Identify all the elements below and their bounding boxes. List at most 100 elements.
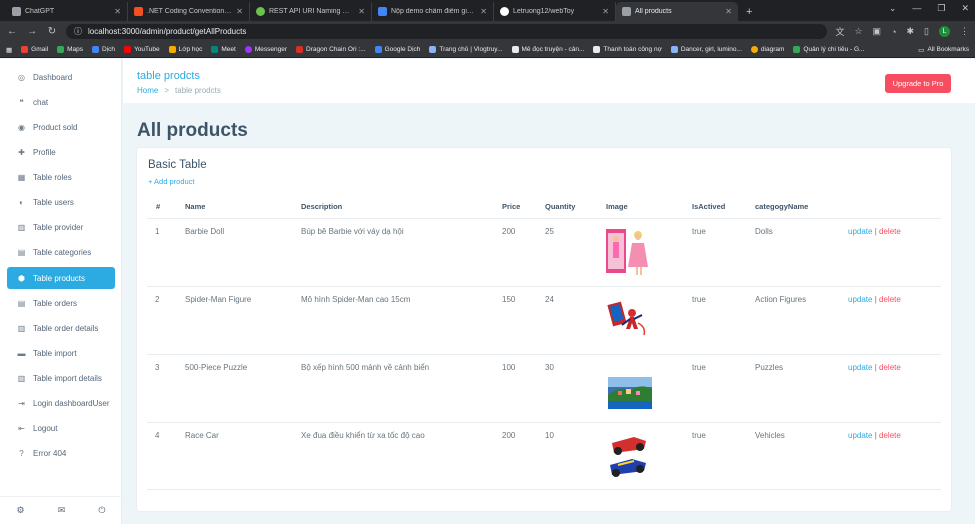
apps-icon[interactable]: ▦ bbox=[6, 46, 12, 54]
bookmark-favicon bbox=[296, 46, 303, 53]
delete-link[interactable]: delete bbox=[879, 363, 901, 372]
url-text: localhost:3000/admin/product/getAllProdu… bbox=[88, 27, 247, 36]
provider-icon: ▥ bbox=[17, 222, 26, 232]
sidebar-item-label: Table provider bbox=[33, 222, 84, 232]
delete-link[interactable]: delete bbox=[879, 295, 901, 304]
extension-icon[interactable]: ▣ bbox=[873, 26, 882, 37]
login-icon: ⇥ bbox=[18, 398, 25, 408]
delete-link[interactable]: delete bbox=[879, 431, 901, 440]
sidebar-item-table-categories[interactable]: ▤ Table categories bbox=[7, 241, 115, 263]
sidebar-item-dashboard[interactable]: ◎ Dashboard bbox=[7, 66, 115, 88]
sidebar-item-logout[interactable]: ⇤ Logout bbox=[7, 417, 115, 439]
tab-title: Letruong12/webToy bbox=[513, 8, 575, 15]
bookmark-item[interactable]: Dịch bbox=[92, 46, 115, 53]
extension-icon[interactable]: ◔ bbox=[891, 27, 896, 37]
browser-tab[interactable]: Letruong12/webToy ✕ bbox=[494, 2, 616, 21]
settings-icon[interactable]: ⚙ bbox=[17, 505, 25, 516]
sidebar-item-label: Table order details bbox=[33, 323, 99, 333]
sidebar-item-profile[interactable]: ✚ Profile bbox=[7, 141, 115, 163]
upgrade-to-pro-button[interactable]: Upgrade to Pro bbox=[885, 74, 951, 93]
sidebar-item-chat[interactable]: ❝ chat bbox=[7, 91, 115, 113]
sidebar-item-table-roles[interactable]: ▦ Table roles bbox=[7, 166, 115, 188]
table-row: 1 Barbie Doll Búp bê Barbie với váy dạ h… bbox=[147, 218, 941, 286]
tab-title: ChatGPT bbox=[25, 8, 55, 15]
browser-tab[interactable]: ChatGPT ✕ bbox=[6, 2, 128, 21]
bookmark-item[interactable]: Dancer, girl, lumino... bbox=[670, 46, 742, 53]
mail-icon[interactable]: ✉ bbox=[58, 505, 66, 516]
browser-tab[interactable]: Nộp demo chấm điểm giữa kỳ ✕ bbox=[372, 2, 494, 21]
extensions-icon[interactable]: ✱ bbox=[907, 26, 915, 37]
minimize-icon[interactable]: — bbox=[912, 3, 921, 14]
bookmark-item[interactable]: Trang chủ | Vlogtruy... bbox=[429, 46, 503, 53]
all-bookmarks-button[interactable]: ▭ All Bookmarks bbox=[918, 46, 969, 54]
update-link[interactable]: update bbox=[848, 363, 872, 372]
products-icon: ⬢ bbox=[18, 273, 25, 283]
browser-tab[interactable]: .NET Coding Conventions - C#✕ bbox=[128, 2, 250, 21]
power-icon[interactable]: ⏻ bbox=[98, 505, 105, 516]
sidebar-item-table-orders[interactable]: ▤ Table orders bbox=[7, 292, 115, 314]
breadcrumb-home-link[interactable]: Home bbox=[137, 86, 158, 95]
bookmark-item[interactable]: Dragon Chain Ori :... bbox=[296, 46, 366, 53]
sidebar-item-table-import[interactable]: ▬ Table import bbox=[7, 342, 115, 364]
add-product-link[interactable]: + Add product bbox=[148, 177, 195, 186]
sidebar-item-product-sold[interactable]: ◉ Product sold bbox=[7, 116, 115, 138]
back-icon[interactable]: ← bbox=[6, 26, 18, 37]
update-link[interactable]: update bbox=[848, 227, 872, 236]
url-bar[interactable]: ⓘ localhost:3000/admin/product/getAllPro… bbox=[66, 24, 828, 39]
browser-tab[interactable]: REST API URI Naming Conventi... ✕ bbox=[250, 2, 372, 21]
bookmark-item[interactable]: Gmail bbox=[21, 46, 48, 53]
update-link[interactable]: update bbox=[848, 295, 872, 304]
reload-icon[interactable]: ↻ bbox=[46, 26, 58, 37]
tab-search-icon[interactable]: ⌄ bbox=[889, 3, 897, 14]
row-actions: update | delete bbox=[848, 363, 901, 372]
cell-price: 200 bbox=[502, 431, 516, 440]
bookmark-item[interactable]: Thanh toán công nợ bbox=[593, 46, 662, 53]
bookmark-star-icon[interactable]: ☆ bbox=[854, 26, 862, 37]
sidebar-item-table-provider[interactable]: ▥ Table provider bbox=[7, 216, 115, 238]
cell-id: 3 bbox=[155, 363, 160, 372]
close-tab-icon[interactable]: ✕ bbox=[358, 7, 365, 16]
sidebar-item-error-404[interactable]: ? Error 404 bbox=[7, 442, 115, 464]
close-window-icon[interactable]: ✕ bbox=[961, 3, 969, 14]
bookmark-favicon bbox=[211, 46, 219, 53]
bookmark-favicon bbox=[92, 46, 100, 53]
close-tab-icon[interactable]: ✕ bbox=[236, 7, 243, 16]
users-icon: ◐ bbox=[19, 197, 24, 207]
sidebar-item-login[interactable]: ⇥ Login dashboardUser bbox=[7, 392, 115, 414]
bookmark-item[interactable]: YouTube bbox=[124, 46, 160, 53]
close-tab-icon[interactable]: ✕ bbox=[114, 7, 121, 16]
sidebar-item-label: Table categories bbox=[33, 247, 92, 257]
close-tab-icon[interactable]: ✕ bbox=[725, 7, 732, 16]
delete-link[interactable]: delete bbox=[879, 227, 901, 236]
maximize-icon[interactable]: ❐ bbox=[937, 3, 945, 14]
profile-avatar[interactable]: L bbox=[939, 26, 950, 37]
bookmark-item[interactable]: Meet bbox=[211, 46, 236, 53]
bookmark-item[interactable]: Messenger bbox=[244, 46, 287, 53]
cell-isactived: true bbox=[692, 363, 706, 372]
bookmark-item[interactable]: Lớp học bbox=[168, 46, 202, 53]
sidebar-item-table-order-details[interactable]: ▥ Table order details bbox=[7, 317, 115, 339]
browser-tab-active[interactable]: All products ✕ bbox=[616, 2, 738, 21]
close-tab-icon[interactable]: ✕ bbox=[602, 7, 609, 16]
sidebar-item-label: Product sold bbox=[33, 122, 78, 132]
bookmark-item[interactable]: Mê đọc truyện - cản... bbox=[511, 46, 584, 53]
table-row: 4 Race Car Xe đua điều khiển từ xa tốc đ… bbox=[147, 422, 941, 490]
bookmark-item[interactable]: Maps bbox=[57, 46, 83, 53]
forward-icon[interactable]: → bbox=[26, 26, 38, 37]
cell-isactived: true bbox=[692, 227, 706, 236]
update-link[interactable]: update bbox=[848, 431, 872, 440]
spider-man-figure-image bbox=[607, 301, 646, 336]
bookmark-item[interactable]: Google Dịch bbox=[374, 46, 420, 53]
sidebar-item-table-users[interactable]: ◐ Table users bbox=[7, 191, 115, 213]
menu-icon[interactable]: ⋮ bbox=[960, 26, 969, 37]
sidebar-item-table-import-details[interactable]: ▥ Table import details bbox=[7, 367, 115, 389]
bookmark-item[interactable]: Quản lý chi tiêu - G... bbox=[793, 46, 864, 53]
site-info-icon[interactable]: ⓘ bbox=[74, 26, 82, 37]
sidebar-item-table-products[interactable]: ⬢ Table products bbox=[7, 267, 115, 289]
close-tab-icon[interactable]: ✕ bbox=[480, 7, 487, 16]
new-tab-icon[interactable]: + bbox=[738, 6, 760, 21]
tab-favicon bbox=[500, 7, 509, 16]
translate-icon[interactable]: 文 bbox=[835, 25, 844, 38]
bookmark-item[interactable]: diagram bbox=[750, 46, 784, 53]
sidepanel-icon[interactable]: ▯ bbox=[924, 26, 929, 37]
